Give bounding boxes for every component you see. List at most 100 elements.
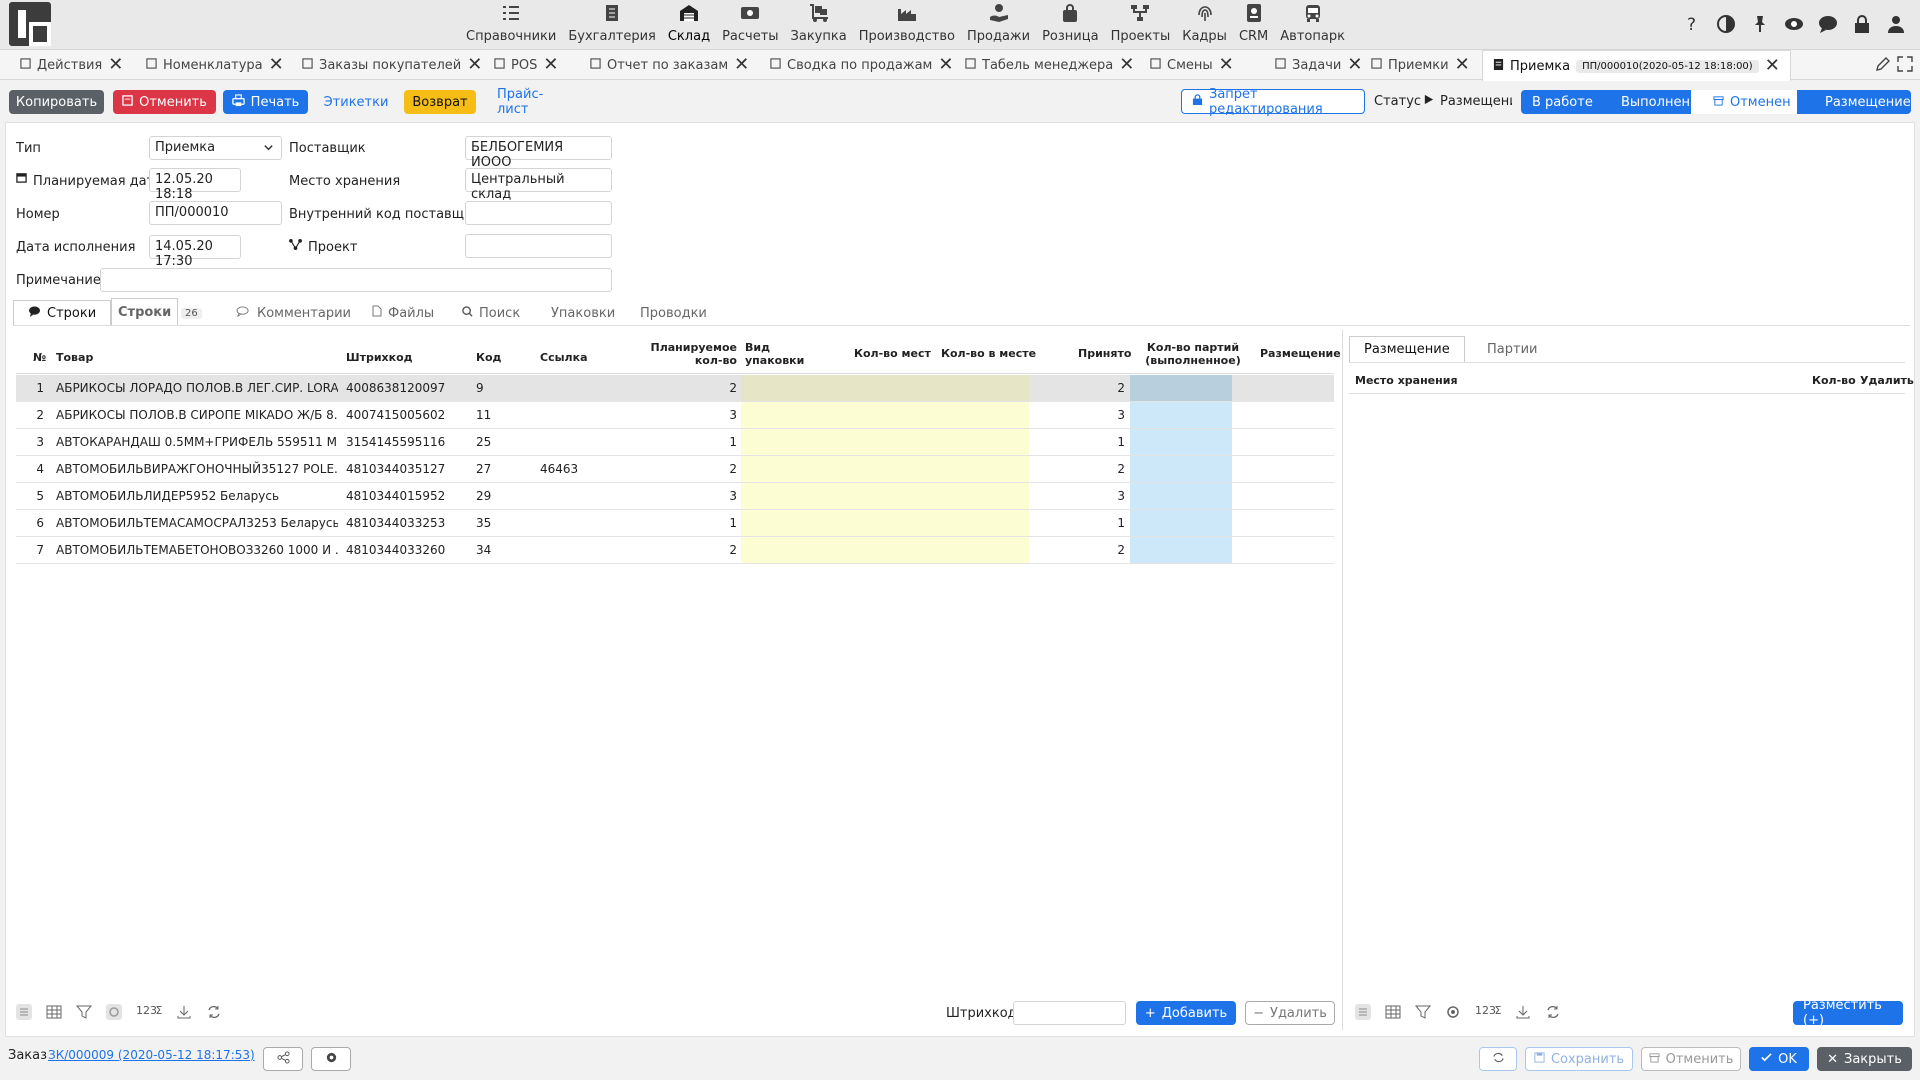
note-field[interactable]: [100, 268, 612, 292]
storage-field[interactable]: Центральный склад: [465, 168, 612, 202]
cell-link[interactable]: [540, 402, 610, 428]
number-format-toggle[interactable]: 123 Σ: [1475, 1004, 1501, 1020]
step-cancelled[interactable]: Отменен: [1691, 90, 1807, 114]
planned-date-field[interactable]: 12.05.20 18:18: [149, 168, 241, 202]
table-row[interactable]: 5 АВТОМОБИЛЬЛИДЕР5952 Беларусь 48103440159…: [16, 483, 1334, 510]
col-planned[interactable]: Планируемое кол-во: [616, 341, 737, 367]
cell-link[interactable]: 46463: [540, 456, 610, 482]
col-accepted[interactable]: Принято: [1078, 347, 1131, 360]
table-row[interactable]: 7 АВТОМОБИЛЬТЕМАБЕТОНОВОЗ3260 1000 И ... 4…: [16, 537, 1334, 564]
grid-view-icon[interactable]: [1385, 1004, 1401, 1020]
col-qty-in-place[interactable]: Кол-во в месте: [941, 347, 1036, 360]
type-select[interactable]: Приемка: [149, 136, 282, 160]
pricelist-link[interactable]: Прайс-лист: [487, 87, 575, 117]
exec-date-field[interactable]: 14.05.20 17:30: [149, 235, 241, 269]
user-icon[interactable]: [1886, 14, 1906, 34]
col-code[interactable]: Код: [476, 351, 501, 364]
add-row-button[interactable]: + Добавить: [1136, 1001, 1236, 1025]
download-icon[interactable]: [176, 1004, 192, 1020]
labels-link[interactable]: Этикетки: [320, 90, 392, 114]
close-icon[interactable]: ✕: [467, 56, 482, 74]
table-row[interactable]: 3 АВТОКАРАНДАШ 0.5ММ+ГРИФЕЛЬ 559511 М... 3…: [16, 429, 1334, 456]
cell-package-editable[interactable]: [741, 402, 1029, 428]
settings-icon[interactable]: [106, 1004, 122, 1020]
chat-icon[interactable]: [1818, 14, 1838, 34]
nav-item-2[interactable]: Склад: [662, 0, 716, 50]
close-icon[interactable]: ✕: [734, 56, 749, 74]
settings-button[interactable]: [311, 1047, 351, 1071]
pin-icon[interactable]: [1750, 14, 1770, 34]
nav-item-11[interactable]: Автопарк: [1274, 0, 1351, 50]
tab-rows[interactable]: Строки: [111, 298, 179, 326]
place-button[interactable]: Разместить (+): [1793, 998, 1903, 1028]
col-placement[interactable]: Размещение: [1260, 347, 1341, 360]
refresh-icon[interactable]: [206, 1004, 222, 1020]
tab-8[interactable]: Задачи ✕: [1275, 50, 1362, 80]
step-in-work[interactable]: В работе: [1521, 90, 1605, 114]
tab-6[interactable]: Табель менеджера ✕: [965, 50, 1134, 80]
list-view-icon[interactable]: [16, 1004, 32, 1020]
nav-item-6[interactable]: Продажи: [961, 0, 1036, 50]
table-row[interactable]: 4 АВТОМОБИЛЬВИРАЖГОНОЧНЫЙ35127 POLE... 481…: [16, 456, 1334, 483]
number-format-toggle[interactable]: 123 Σ: [136, 1004, 162, 1020]
app-logo[interactable]: [9, 2, 51, 46]
nav-item-0[interactable]: Справочники: [460, 0, 562, 50]
col-batches[interactable]: Кол-во партий (выполненное): [1142, 341, 1244, 367]
col-delete[interactable]: Удалить: [1860, 374, 1914, 387]
cell-package-editable[interactable]: [741, 537, 1029, 563]
tab-1[interactable]: Номенклатура ✕: [146, 50, 284, 80]
grid-view-icon[interactable]: [46, 1004, 62, 1020]
col-qty[interactable]: Кол-во: [1812, 374, 1856, 387]
col-barcode[interactable]: Штрихкод: [346, 351, 413, 364]
cell-link[interactable]: [540, 537, 610, 563]
cell-link[interactable]: [540, 429, 610, 455]
supplier-field[interactable]: БЕЛБОГЕМИЯ ИООО: [465, 136, 612, 170]
table-row[interactable]: 1 АБРИКОСЫ ЛОРАДО ПОЛОВ.В ЛЕГ.СИР. LORA..…: [16, 375, 1334, 402]
save-button[interactable]: Сохранить: [1525, 1047, 1633, 1071]
tab-5[interactable]: Сводка по продажам ✕: [770, 50, 953, 80]
cell-link[interactable]: [540, 510, 610, 536]
tab-comments[interactable]: Комментарии: [236, 300, 351, 326]
close-icon[interactable]: ✕: [1455, 56, 1470, 74]
cell-batches-editable[interactable]: [1130, 402, 1232, 428]
copy-button[interactable]: Копировать: [9, 90, 104, 114]
download-icon[interactable]: [1515, 1004, 1531, 1020]
return-button[interactable]: Возврат: [404, 90, 476, 114]
cell-package-editable[interactable]: [741, 483, 1029, 509]
tab-2[interactable]: Заказы покупателей ✕: [302, 50, 482, 80]
cell-package-editable[interactable]: [741, 429, 1029, 455]
close-icon[interactable]: ✕: [543, 56, 558, 74]
step-placement[interactable]: Размещение: [1797, 90, 1911, 114]
cell-link[interactable]: [540, 483, 610, 509]
close-button[interactable]: ✕ Закрыть: [1817, 1047, 1912, 1071]
tab-4[interactable]: Отчет по заказам ✕: [590, 50, 749, 80]
lock-icon[interactable]: [1852, 14, 1872, 34]
col-item[interactable]: Товар: [56, 351, 93, 364]
nav-item-1[interactable]: Бухгалтерия: [562, 0, 662, 50]
step-completed[interactable]: Выполнен: [1605, 90, 1701, 114]
close-icon[interactable]: ✕: [1219, 56, 1234, 74]
cell-batches-editable[interactable]: [1130, 429, 1232, 455]
barcode-input[interactable]: [1013, 1001, 1126, 1025]
col-storage[interactable]: Место хранения: [1355, 374, 1458, 387]
eye-icon[interactable]: [1784, 14, 1804, 34]
cell-batches-editable[interactable]: [1130, 483, 1232, 509]
close-icon[interactable]: ✕: [269, 56, 284, 74]
table-row[interactable]: 6 АВТОМОБИЛЬТЕМАСАМОСРАЛ3253 Беларусь 4810…: [16, 510, 1334, 537]
nav-item-4[interactable]: Закупка: [785, 0, 853, 50]
close-icon[interactable]: ✕: [108, 56, 123, 74]
tab-placement[interactable]: Размещение: [1349, 336, 1465, 362]
nav-item-8[interactable]: Проекты: [1105, 0, 1177, 50]
cancel-button[interactable]: Отменить: [1641, 1047, 1741, 1071]
internal-code-field[interactable]: [465, 201, 612, 225]
settings-icon[interactable]: [1445, 1004, 1461, 1020]
project-field[interactable]: [465, 234, 612, 258]
list-view-icon[interactable]: [1355, 1004, 1371, 1020]
contrast-icon[interactable]: [1716, 14, 1736, 34]
tab-postings[interactable]: Проводки: [640, 300, 707, 326]
number-field[interactable]: ПП/000010: [149, 201, 282, 225]
cell-package-editable[interactable]: [741, 456, 1029, 482]
nav-item-10[interactable]: CRM: [1233, 0, 1274, 50]
help-icon[interactable]: ?: [1682, 14, 1702, 35]
close-icon[interactable]: ✕: [1347, 56, 1362, 74]
